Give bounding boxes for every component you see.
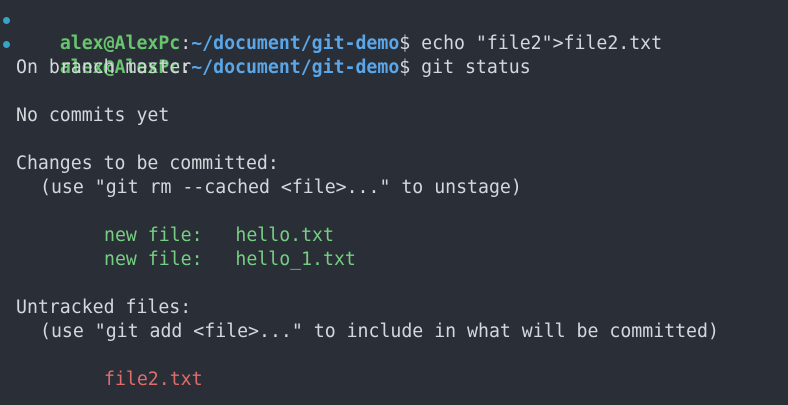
output-no-commits: No commits yet [16,105,170,126]
prompt-line: alex@AlexPc:~/document/git-demo$ git sta… [0,32,788,78]
prompt-line: alex@AlexPc:~/document/git-demo$ echo "f… [0,8,788,54]
staged-file-line: new file: hello_1.txt [104,249,356,270]
output-blank [0,80,788,104]
output-untracked-hint: (use "git add <file>..." to include in w… [40,321,719,342]
staged-file-line: new file: hello.txt [104,225,334,246]
output-blank [0,272,788,296]
output-changes-header: Changes to be committed: [16,153,279,174]
output-blank [0,128,788,152]
output-blank [0,200,788,224]
untracked-file-line: file2.txt [104,369,203,390]
output-branch: On branch master [16,57,192,78]
output-blank [0,344,788,368]
output-untracked-header: Untracked files: [16,297,192,318]
command-marker-icon [3,17,10,24]
command-marker-icon [3,41,10,48]
output-unstage-hint: (use "git rm --cached <file>..." to unst… [40,177,522,198]
terminal-window[interactable]: alex@AlexPc:~/document/git-demo$ echo "f… [0,0,788,405]
